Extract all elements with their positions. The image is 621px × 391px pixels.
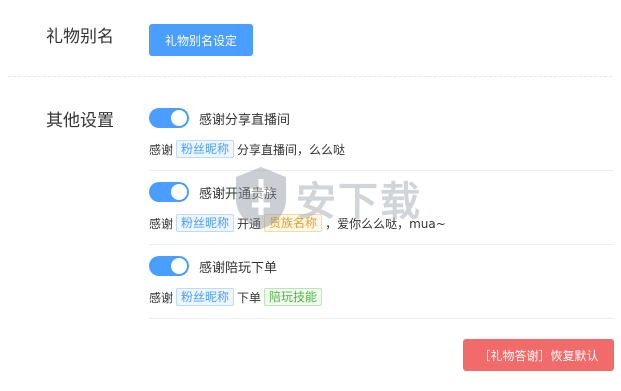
toggle-knob <box>171 184 187 200</box>
toggle-knob <box>171 110 187 126</box>
gift-alias-settings-button[interactable]: 礼物别名设定 <box>149 24 253 56</box>
companion-template: 感谢 粉丝昵称 下单 陪玩技能 <box>149 288 325 306</box>
template-suffix: ，爱你么么哒，mua~ <box>325 216 446 231</box>
template-middle: 下单 <box>237 290 262 305</box>
fan-nickname-tag: 粉丝昵称 <box>176 288 235 306</box>
template-middle: 开通 <box>237 216 262 231</box>
share-toggle-label: 感谢分享直播间 <box>199 112 291 128</box>
share-toggle[interactable] <box>149 108 189 128</box>
noble-template: 感谢 粉丝昵称 开通 贵族名称 ，爱你么么哒，mua~ <box>149 214 446 232</box>
other-settings-label: 其他设置 <box>46 111 114 131</box>
companion-skill-tag: 陪玩技能 <box>264 288 323 306</box>
template-suffix: 分享直播间，么么哒 <box>237 142 346 157</box>
noble-name-tag: 贵族名称 <box>264 214 323 232</box>
fan-nickname-tag: 粉丝昵称 <box>176 140 235 158</box>
fan-nickname-tag: 粉丝昵称 <box>176 214 235 232</box>
companion-toggle-label: 感谢陪玩下单 <box>199 260 278 276</box>
item-divider <box>149 244 614 245</box>
companion-toggle[interactable] <box>149 256 189 276</box>
template-prefix: 感谢 <box>149 216 174 231</box>
share-template: 感谢 粉丝昵称 分享直播间，么么哒 <box>149 140 345 158</box>
gift-alias-label: 礼物别名 <box>46 27 114 47</box>
toggle-knob <box>171 258 187 274</box>
template-prefix: 感谢 <box>149 142 174 157</box>
template-prefix: 感谢 <box>149 290 174 305</box>
section-divider <box>8 76 612 77</box>
item-divider <box>149 318 614 319</box>
noble-toggle[interactable] <box>149 182 189 202</box>
noble-toggle-label: 感谢开通贵族 <box>199 186 278 202</box>
item-divider <box>149 170 614 171</box>
reset-default-button[interactable]: ［礼物答谢］恢复默认 <box>463 339 614 371</box>
